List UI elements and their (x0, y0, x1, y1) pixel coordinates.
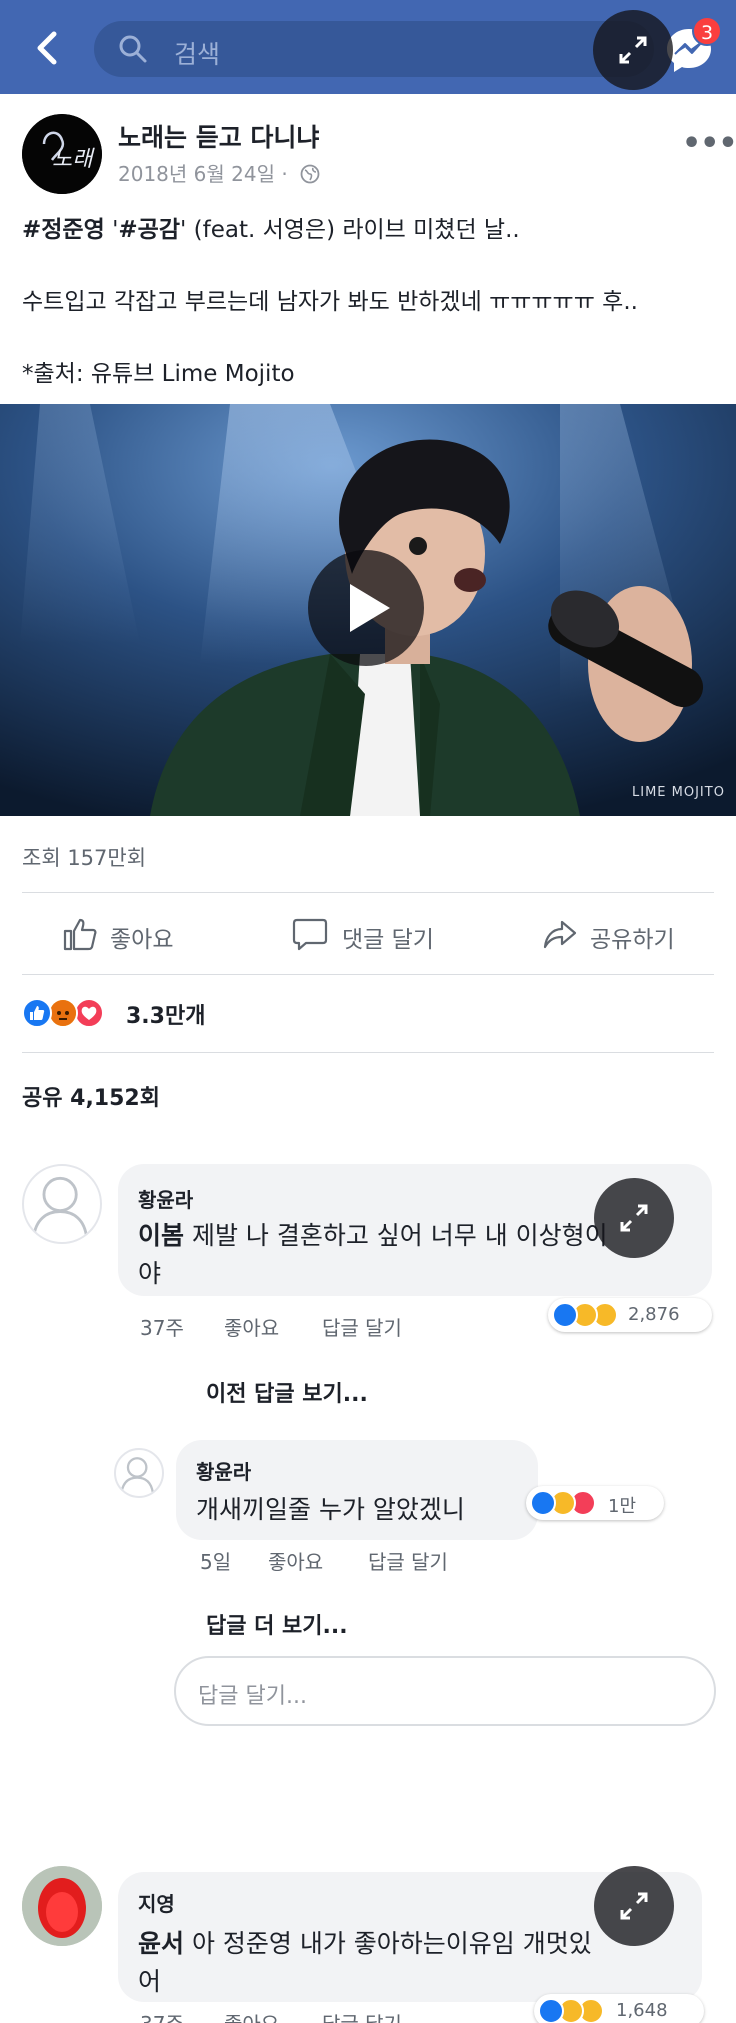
share-label: 공유하기 (590, 927, 675, 953)
comment-reactions[interactable]: 1,648 (534, 1994, 704, 2023)
comment-time[interactable]: 37주 (140, 1312, 184, 1341)
search-bar[interactable]: 검색 (94, 21, 654, 77)
more-options-button[interactable]: ••• (682, 126, 736, 161)
share-button[interactable]: 공유하기 (542, 912, 692, 958)
comment-reply-button[interactable]: 답글 달기 (322, 2008, 402, 2023)
expand-icon (620, 1892, 648, 1920)
comment-button[interactable]: 댓글 달기 (292, 912, 452, 958)
comment-text: 개새끼일줄 누가 알았겠니 (196, 1495, 465, 1524)
comment-reply-button[interactable]: 답글 달기 (368, 1546, 448, 1575)
mention-link[interactable]: 윤서 (138, 1929, 184, 1958)
view-more-replies-link[interactable]: 답글 더 보기... (206, 1608, 348, 1640)
expand-overlay-button[interactable] (594, 1866, 674, 1946)
divider (22, 892, 714, 893)
reply-input-placeholder: 답글 달기... (198, 1684, 307, 1709)
comment-text: 어 (138, 1967, 162, 1996)
hashtag-link[interactable]: #공감 (118, 217, 180, 243)
comment-icon (292, 918, 328, 951)
expand-icon (620, 1204, 648, 1232)
view-count: 조회 157만회 (22, 846, 147, 870)
expand-icon (619, 36, 647, 64)
post-date: 2018년 6월 24일 · (118, 162, 295, 186)
reply-input[interactable]: 답글 달기... (174, 1656, 716, 1726)
comment-like-button[interactable]: 좋아요 (224, 2008, 279, 2023)
page-logo: 노래 (22, 114, 102, 194)
commenter-name[interactable]: 지영 (138, 1888, 175, 1917)
default-avatar-icon (32, 1176, 89, 1239)
thumbs-up-icon (63, 918, 97, 951)
like-button[interactable]: 좋아요 (62, 912, 202, 958)
commenter-name[interactable]: 황윤라 (138, 1184, 193, 1213)
expand-overlay-button[interactable] (593, 10, 673, 90)
divider (22, 974, 714, 975)
reaction-count: 1,648 (616, 2000, 668, 2021)
like-label: 좋아요 (110, 927, 174, 953)
angry-reaction-icon (48, 998, 78, 1028)
love-reaction-icon (74, 998, 104, 1028)
like-reaction-icon (552, 1302, 578, 1328)
comment-time[interactable]: 5일 (200, 1546, 231, 1575)
reaction-count: 1만 (608, 1496, 637, 1517)
mention-link[interactable]: 이봄 (138, 1221, 184, 1250)
page-name[interactable]: 노래는 듣고 다니냐 (118, 118, 319, 154)
play-icon (350, 584, 390, 632)
comment-text: 이봄 제발 나 결혼하고 싶어 너무 내 이상형이 (138, 1221, 608, 1250)
divider (22, 1052, 714, 1053)
notification-badge: 3 (692, 16, 722, 46)
reaction-count[interactable]: 3.3만개 (126, 998, 205, 1030)
post-text-tags: #정준영 '#공감' (feat. 서영은) 라이브 미쳤던 날.. (22, 217, 520, 243)
more-icon: ••• (682, 126, 736, 161)
share-count[interactable]: 공유 4,152회 (22, 1080, 160, 1112)
comment-text: 야 (138, 1259, 162, 1288)
avatar[interactable] (22, 1164, 102, 1244)
default-avatar-icon (120, 1457, 154, 1493)
post-source-line: *출처: 유튜브 Lime Mojito (22, 361, 295, 387)
chevron-left-icon (37, 31, 57, 65)
user-photo (22, 1866, 102, 1946)
comment-like-button[interactable]: 좋아요 (268, 1546, 323, 1575)
expand-overlay-button[interactable] (594, 1178, 674, 1258)
page-avatar[interactable]: 노래 (22, 114, 102, 194)
back-button[interactable] (28, 26, 68, 70)
view-previous-replies-link[interactable]: 이전 답글 보기... (206, 1376, 368, 1408)
search-placeholder: 검색 (174, 40, 221, 69)
video-watermark: LIME MOJITO (632, 785, 725, 800)
post-timestamp[interactable]: 2018년 6월 24일 · (118, 158, 320, 187)
comment-reply-button[interactable]: 답글 달기 (322, 1312, 402, 1341)
comment-time[interactable]: 37주 (140, 2008, 184, 2023)
comment-reactions[interactable]: 2,876 (548, 1298, 712, 1332)
comment-reactions[interactable]: 1만 (526, 1486, 664, 1520)
like-reaction-icon (530, 1490, 556, 1516)
commenter-name[interactable]: 황윤라 (196, 1456, 251, 1485)
globe-icon (300, 164, 320, 184)
page-logo-text: 노래 (52, 147, 95, 172)
comment-text: 윤서 아 정준영 내가 좋아하는이유임 개멋있 (138, 1929, 592, 1958)
comment-label: 댓글 달기 (342, 927, 434, 953)
post-text-line: 수트입고 각잡고 부르는데 남자가 봐도 반하겠네 ㅠㅠㅠㅠㅠ 후.. (22, 289, 638, 315)
search-icon (119, 35, 147, 63)
play-button[interactable] (308, 550, 424, 666)
avatar[interactable] (22, 1866, 102, 1946)
share-icon (543, 920, 577, 949)
like-reaction-icon (538, 1998, 564, 2023)
comment-like-button[interactable]: 좋아요 (224, 1312, 279, 1341)
hashtag-link[interactable]: #정준영 (22, 217, 105, 243)
avatar[interactable] (114, 1448, 164, 1498)
like-reaction-icon (22, 998, 52, 1028)
reaction-count: 2,876 (628, 1304, 680, 1325)
